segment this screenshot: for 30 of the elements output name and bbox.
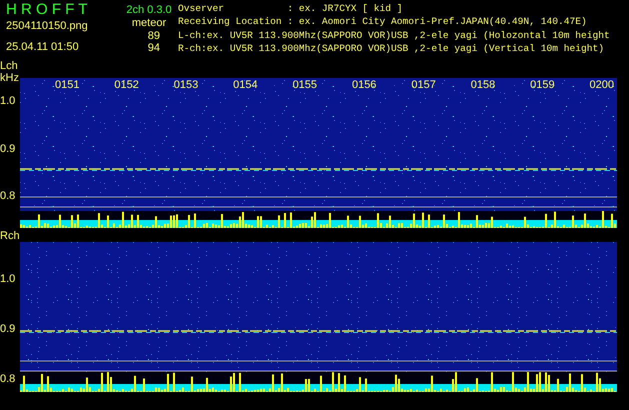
frequency-label: 0.9 <box>0 323 16 335</box>
info-line: R-ch:ex. UV5R 113.900Mhz(SAPPORO VOR)USB ,2-ele yagi (Vertical 10m height) <box>178 42 606 56</box>
time-label: 0158 <box>470 79 496 91</box>
frequency-label: 0.8 <box>0 190 16 202</box>
time-label: 0155 <box>292 79 318 91</box>
timestamp: 25.04.11 01:50 <box>6 41 80 54</box>
time-label: 0151 <box>55 79 80 91</box>
time-label: 0154 <box>233 79 259 91</box>
frequency-label: 0.9 <box>0 142 16 154</box>
version-label: 2ch 0.3.0 <box>126 3 172 17</box>
time-label: 0159 <box>530 79 556 91</box>
time-label: 0157 <box>411 79 437 91</box>
frequency-label: 0.8 <box>0 373 16 385</box>
channel-label: Lch <box>0 60 19 72</box>
mode-label: meteor <box>132 17 166 30</box>
time-label: 0156 <box>352 79 378 91</box>
time-label: 0200 <box>590 79 615 91</box>
frequency-label: 1.0 <box>0 273 16 285</box>
count-label: 94 <box>148 42 161 54</box>
info-line: Receiving Location : ex. Aomori City Aomori-Pref.JAPAN(40.49N, 140.47E) <box>178 15 588 29</box>
file-name: 2504110150.png <box>6 20 89 33</box>
time-label: 0153 <box>174 79 200 91</box>
info-line: L-ch:ex. UV5R 113.900Mhz(SAPPORO VOR)USB ,2-ele yagi (Holozontal 10m height <box>178 28 610 42</box>
count-label: 89 <box>148 30 161 42</box>
time-label: 0152 <box>114 79 140 91</box>
app-title: H R O F F T <box>6 1 88 18</box>
frequency-label: 1.0 <box>0 95 16 107</box>
channel-label: Rch <box>0 230 20 242</box>
info-line: Ovserver : ex. JR7CYX [ kid ] <box>178 2 404 16</box>
unit-label: kHz <box>0 72 19 84</box>
